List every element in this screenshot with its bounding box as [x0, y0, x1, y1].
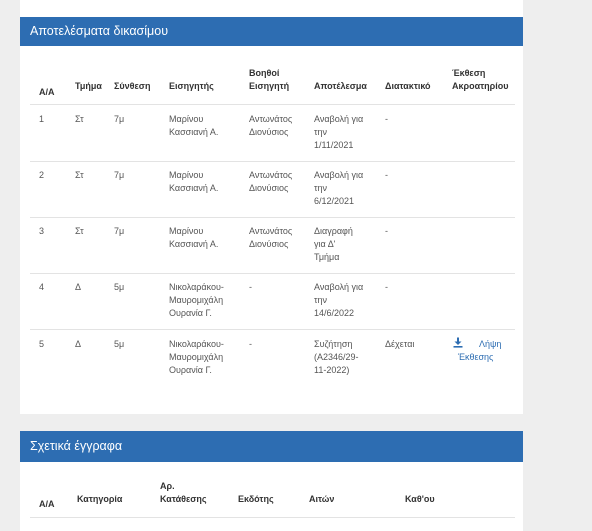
cell-diatakitko: Δέχεται — [385, 339, 415, 349]
cell-voithoi-line2: Διονύσιος — [249, 127, 289, 137]
doc-col-header-ar-line2: Κατάθεσης — [160, 494, 207, 504]
cell-apotelesma-line2: την — [314, 295, 328, 305]
cell-tmima: Δ — [75, 339, 82, 349]
cell-eisigitis-line3: Ουρανία Γ. — [169, 308, 212, 318]
cell-apotelesma-line3: 6/12/2021 — [314, 196, 355, 206]
col-header-eisigitis: Εισηγητής — [169, 81, 214, 91]
cell-voithoi-line1: Αντωνάτος — [249, 226, 293, 236]
doc-col-header-ekdotis: Εκδότης — [238, 494, 274, 504]
cell-eisigitis-line2: Κασσιανή Α. — [169, 127, 219, 137]
documents-panel: Σχετικά έγγραφα Α/Α Κατηγορία Αρ. Κατάθε… — [20, 431, 523, 531]
col-header-apotelesma: Αποτέλεσμα — [314, 81, 367, 91]
row-divider — [30, 329, 515, 330]
col-header-aa: Α/Α — [39, 87, 55, 97]
cell-apotelesma-line1: Αναβολή για — [314, 114, 364, 124]
cell-diatakitko: - — [385, 170, 388, 180]
col-header-voithoi-line2: Εισηγητή — [249, 81, 290, 91]
cell-eisigitis-line3: Ουρανία Γ. — [169, 365, 212, 375]
cell-tmima: Στ — [75, 226, 84, 236]
cell-voithoi-line1: - — [249, 282, 252, 292]
cell-eisigitis-line2: Μαυρομιχάλη — [169, 295, 224, 305]
cell-apotelesma-line3: 14/6/2022 — [314, 308, 355, 318]
cell-synthesi: 7μ — [114, 114, 125, 124]
header-divider — [30, 104, 515, 105]
cell-voithoi-line2: Διονύσιος — [249, 183, 289, 193]
cell-synthesi: 7μ — [114, 226, 125, 236]
cell-tmima: Στ — [75, 114, 84, 124]
col-header-tmima: Τμήμα — [75, 81, 102, 91]
cell-synthesi: 5μ — [114, 339, 125, 349]
download-link-line2[interactable]: Έκθεσης — [458, 351, 493, 364]
cell-aa: 3 — [39, 226, 45, 236]
cell-tmima: Δ — [75, 282, 82, 292]
download-icon[interactable] — [453, 337, 463, 348]
download-link-line1[interactable]: Λήψη — [479, 338, 501, 351]
cell-voithoi-line1: - — [249, 339, 252, 349]
doc-col-header-kath-ou: Καθ'ου — [405, 494, 435, 504]
doc-col-header-katigoria: Κατηγορία — [77, 494, 123, 504]
header-divider — [30, 517, 515, 518]
cell-diatakitko: - — [385, 226, 388, 236]
results-panel-title: Αποτελέσματα δικασίμου — [20, 17, 523, 46]
cell-apotelesma-line1: Συζήτηση — [314, 339, 353, 349]
cell-apotelesma-line2: την — [314, 127, 328, 137]
doc-col-header-aa: Α/Α — [39, 499, 55, 509]
cell-eisigitis-line2: Μαυρομιχάλη — [169, 352, 224, 362]
col-header-synthesi: Σύνθεση — [114, 81, 151, 91]
cell-apotelesma-line3: 1/11/2021 — [314, 140, 354, 150]
cell-eisigitis-line1: Νικολαράκου- — [169, 282, 224, 292]
cell-eisigitis-line1: Μαρίνου — [169, 226, 204, 236]
cell-eisigitis-line2: Κασσιανή Α. — [169, 239, 219, 249]
cell-voithoi-line1: Αντωνάτος — [249, 114, 293, 124]
cell-apotelesma-line3: Τμήμα — [314, 252, 340, 262]
cell-aa: 2 — [39, 170, 45, 180]
col-header-ekthesi-line1: Έκθεση — [452, 68, 486, 78]
cell-apotelesma-line1: Αναβολή για — [314, 170, 364, 180]
cell-voithoi-line2: Διονύσιος — [249, 239, 289, 249]
documents-panel-title: Σχετικά έγγραφα — [20, 431, 523, 462]
doc-col-header-aiton: Αιτών — [309, 494, 335, 504]
cell-diatakitko: - — [385, 114, 388, 124]
cell-aa: 5 — [39, 339, 45, 349]
cell-synthesi: 7μ — [114, 170, 125, 180]
row-divider — [30, 273, 515, 274]
cell-synthesi: 5μ — [114, 282, 125, 292]
cell-apotelesma-line1: Αναβολή για — [314, 282, 364, 292]
col-header-ekthesi-line2: Ακροατηρίου — [452, 81, 509, 91]
cell-eisigitis-line1: Μαρίνου — [169, 114, 204, 124]
cell-eisigitis-line1: Μαρίνου — [169, 170, 204, 180]
cell-voithoi-line1: Αντωνάτος — [249, 170, 293, 180]
cell-tmima: Στ — [75, 170, 84, 180]
cell-apotelesma-line1: Διαγραφή — [314, 226, 353, 236]
row-divider — [30, 217, 515, 218]
cell-apotelesma-line3: 11-2022) — [314, 365, 350, 375]
cell-eisigitis-line1: Νικολαράκου- — [169, 339, 224, 349]
row-divider — [30, 161, 515, 162]
cell-apotelesma-line2: (Α2346/29- — [314, 352, 359, 362]
col-header-voithoi-line1: Βοηθοί — [249, 68, 280, 78]
cell-diatakitko: - — [385, 282, 388, 292]
cell-aa: 1 — [39, 114, 45, 124]
doc-col-header-ar-line1: Αρ. — [160, 481, 175, 491]
results-panel: Αποτελέσματα δικασίμου Α/Α Τμήμα Σύνθεση… — [20, 0, 523, 414]
cell-eisigitis-line2: Κασσιανή Α. — [169, 183, 219, 193]
cell-aa: 4 — [39, 282, 45, 292]
col-header-diatakitko: Διατακτικό — [385, 81, 431, 91]
cell-apotelesma-line2: την — [314, 183, 328, 193]
cell-apotelesma-line2: για Δ' — [314, 239, 336, 249]
